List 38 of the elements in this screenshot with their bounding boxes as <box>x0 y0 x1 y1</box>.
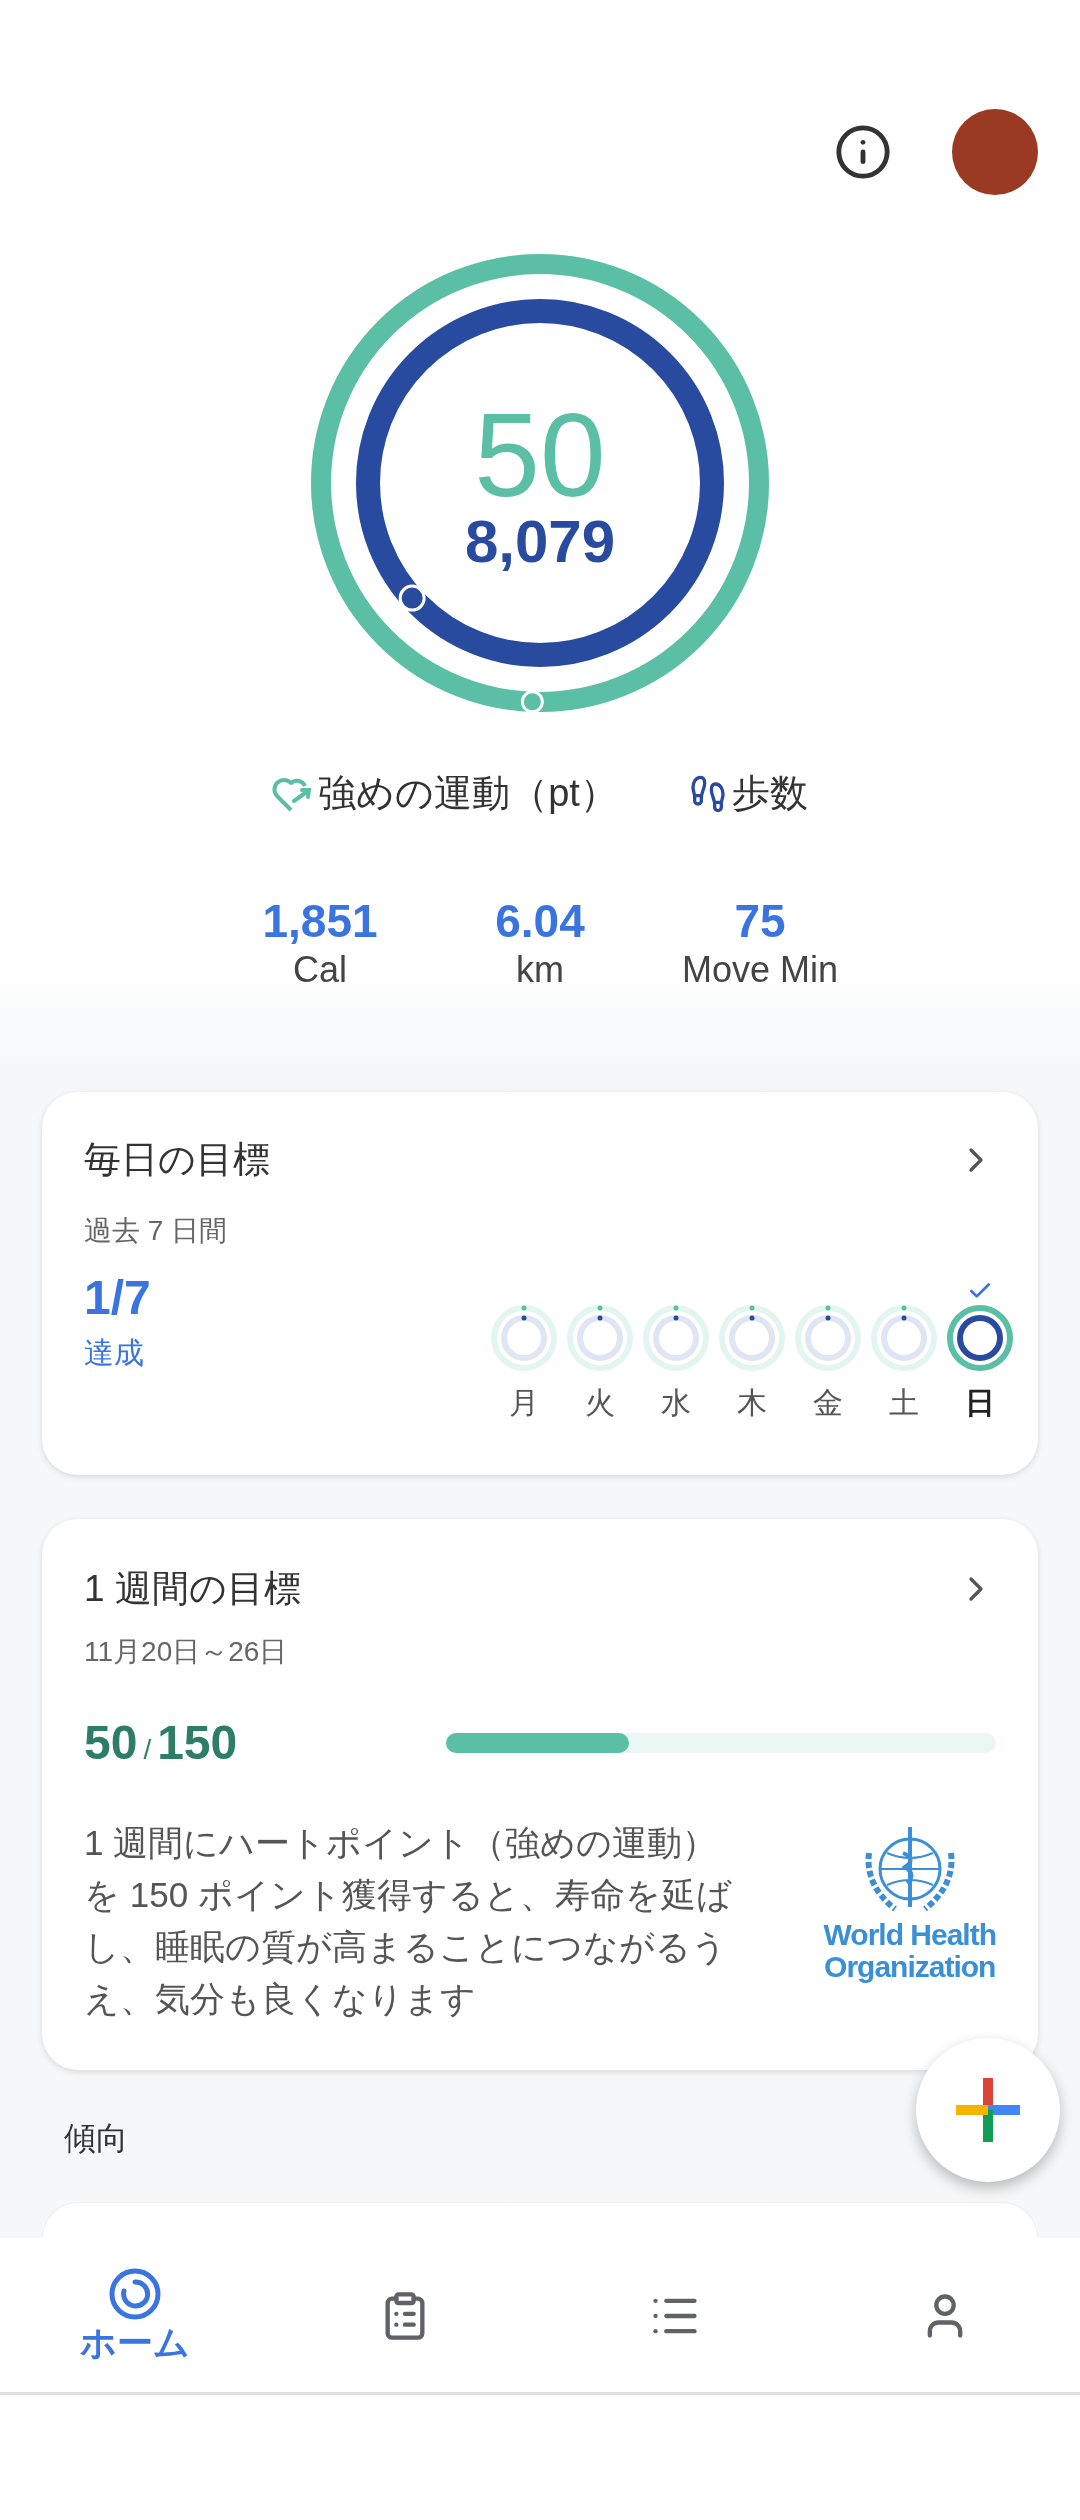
weekday-label: 土 <box>889 1384 919 1421</box>
weekday-label: 木 <box>737 1384 767 1421</box>
ring-end-cap <box>520 690 544 714</box>
plus-icon <box>956 2078 1020 2142</box>
section-heading: 傾向 <box>64 2119 128 2158</box>
organization-name: World Health <box>823 1918 996 1951</box>
heart-points-value: 50 <box>474 400 606 510</box>
legend-label: 歩数 <box>731 771 808 816</box>
legend-label: 強めの運動（pt） <box>318 771 618 816</box>
weekly-goal-card[interactable]: 1 週間の目標 11月20日～26日 50/150 1 週間にハートポイント（強めの運動）を 150 ポイント獲得すると、寿命を延ばし、睡眠の質が高まることにつながるうえ、気分も良くなります World Health Organization <box>42 1519 1038 2070</box>
weekly-progress-value: 50 <box>84 1714 138 1771</box>
fraction-slash: / <box>143 1732 152 1767</box>
steps-value: 8,079 <box>464 510 616 574</box>
info-icon[interactable] <box>834 122 892 181</box>
card-title: 毎日の目標 <box>84 1138 270 1182</box>
ring-end-cap <box>398 584 426 612</box>
stat-value: 1,851 <box>262 894 378 948</box>
stat-label: Cal <box>293 948 347 992</box>
home-rings-icon <box>108 2267 162 2321</box>
goal-description: 1 週間にハートポイント（強めの運動）を 150 ポイント獲得すると、寿命を延ばし、睡眠の質が高まることにつながるうえ、気分も良くなります <box>84 1821 733 2020</box>
weekday-label: 水 <box>661 1384 691 1421</box>
achieved-count: 1/7 <box>84 1271 151 1324</box>
daily-goal-card[interactable]: 毎日の目標 過去 7 日間 1/7 達成 月 火 水 木 金 土 日 <box>42 1092 1038 1475</box>
stat-label: km <box>516 948 564 992</box>
nav-tab[interactable]: ホーム <box>0 2240 270 2392</box>
weekday-label: 火 <box>585 1384 615 1421</box>
card-subtitle: 11月20日～26日 <box>84 1634 289 1669</box>
achieved-label: 達成 <box>84 1334 145 1371</box>
weekday-label: 月 <box>509 1384 539 1421</box>
card-subtitle: 過去 7 日間 <box>84 1213 229 1248</box>
stat-label: Move Min <box>681 948 838 992</box>
card-title: 1 週間の目標 <box>84 1567 301 1611</box>
stat-value: 75 <box>734 894 786 948</box>
weekday-label: 金 <box>813 1384 843 1421</box>
organization-name: Organization <box>824 1950 996 1983</box>
weekday-label: 日 <box>965 1384 995 1421</box>
weekly-goal-value: 150 <box>157 1714 238 1771</box>
stat-value: 6.04 <box>495 894 585 948</box>
